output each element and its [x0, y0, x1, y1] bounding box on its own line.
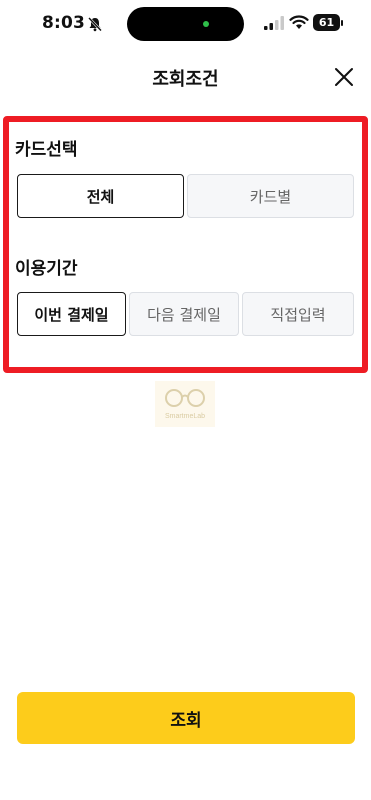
dynamic-island — [127, 7, 244, 41]
watermark-logo: SmartmeLab — [155, 381, 215, 427]
card-select-label: 카드선택 — [15, 140, 78, 160]
bell-muted-icon — [88, 17, 102, 32]
card-option-all[interactable]: 전체 — [17, 174, 184, 218]
camera-indicator — [203, 21, 209, 27]
battery-icon: 61 — [313, 14, 340, 31]
battery-cap — [341, 20, 343, 26]
period-label: 이용기간 — [15, 259, 78, 279]
period-option-next-billing[interactable]: 다음 결제일 — [129, 292, 239, 336]
page-title: 조회조건 — [152, 69, 219, 90]
status-bar: 8:03 61 — [0, 0, 371, 48]
watermark-text: SmartmeLab — [164, 413, 206, 420]
period-option-custom[interactable]: 직접입력 — [242, 292, 354, 336]
status-time: 8:03 — [42, 13, 86, 33]
signal-icon — [264, 16, 284, 30]
card-option-by-card[interactable]: 카드별 — [187, 174, 354, 218]
close-icon[interactable] — [331, 64, 357, 90]
wifi-icon — [289, 15, 309, 29]
period-option-this-billing[interactable]: 이번 결제일 — [17, 292, 126, 336]
query-button[interactable]: 조회 — [17, 692, 355, 744]
glasses-icon — [165, 389, 205, 407]
